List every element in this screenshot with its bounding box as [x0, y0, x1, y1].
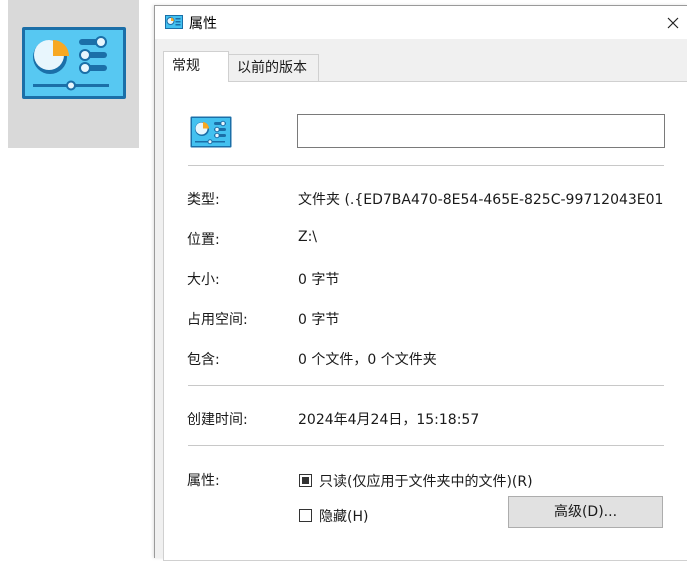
contains-label: 包含: [187, 352, 220, 368]
location-value: Z:\ [298, 229, 318, 245]
close-icon [667, 17, 679, 28]
size-label: 大小: [187, 272, 220, 288]
hidden-label[interactable]: 隐藏(H) [319, 506, 368, 526]
size-on-disk-value: 0 字节 [298, 312, 340, 328]
created-label: 创建时间: [187, 412, 248, 428]
size-on-disk-label: 占用空间: [187, 312, 248, 328]
separator [188, 445, 664, 446]
tab-general[interactable]: 常规 [163, 51, 229, 82]
size-value: 0 字节 [298, 272, 340, 288]
readonly-checkbox[interactable] [299, 474, 312, 487]
hidden-checkbox[interactable] [299, 509, 312, 522]
desktop-item-control-panel[interactable] [8, 0, 139, 148]
title-bar[interactable]: 属性 [155, 6, 687, 39]
control-panel-icon [190, 116, 232, 152]
control-panel-icon [21, 26, 127, 104]
control-panel-icon [165, 15, 183, 33]
general-tab-panel: 类型: 文件夹 (.{ED7BA470-8E54-465E-825C-99712… [163, 81, 687, 561]
contains-value: 0 个文件，0 个文件夹 [298, 352, 437, 368]
readonly-label[interactable]: 只读(仅应用于文件夹中的文件)(R) [319, 471, 533, 491]
created-value: 2024年4月24日，15:18:57 [298, 412, 480, 428]
tab-previous-versions[interactable]: 以前的版本 [229, 54, 319, 81]
properties-dialog: 属性 常规 以前的版本 类型: 文件夹 (.{ED7BA470-8E54-465… [154, 5, 687, 561]
type-value: 文件夹 (.{ED7BA470-8E54-465E-825C-99712043E… [298, 192, 664, 208]
type-label: 类型: [187, 192, 220, 208]
attributes-label: 属性: [187, 473, 220, 489]
separator [188, 385, 664, 386]
folder-name-input[interactable] [297, 114, 665, 148]
close-button[interactable] [658, 6, 687, 39]
location-label: 位置: [187, 232, 220, 248]
window-title: 属性 [189, 16, 217, 32]
advanced-button[interactable]: 高级(D)... [508, 496, 663, 528]
separator [188, 165, 664, 166]
